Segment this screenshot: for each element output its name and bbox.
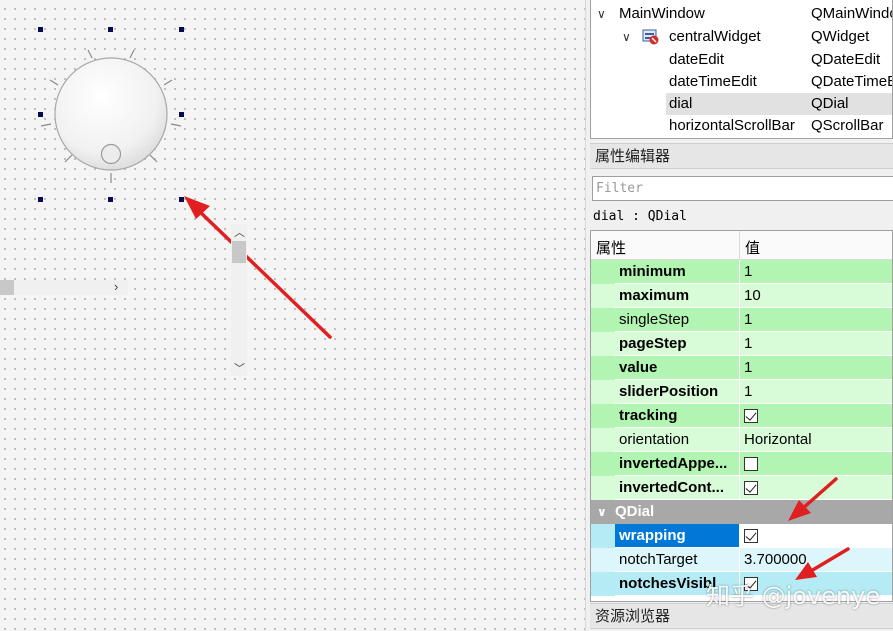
right-annotations	[788, 477, 850, 580]
watermark: 知乎 @jovenye	[706, 582, 881, 610]
annotation-arrow	[788, 477, 838, 521]
